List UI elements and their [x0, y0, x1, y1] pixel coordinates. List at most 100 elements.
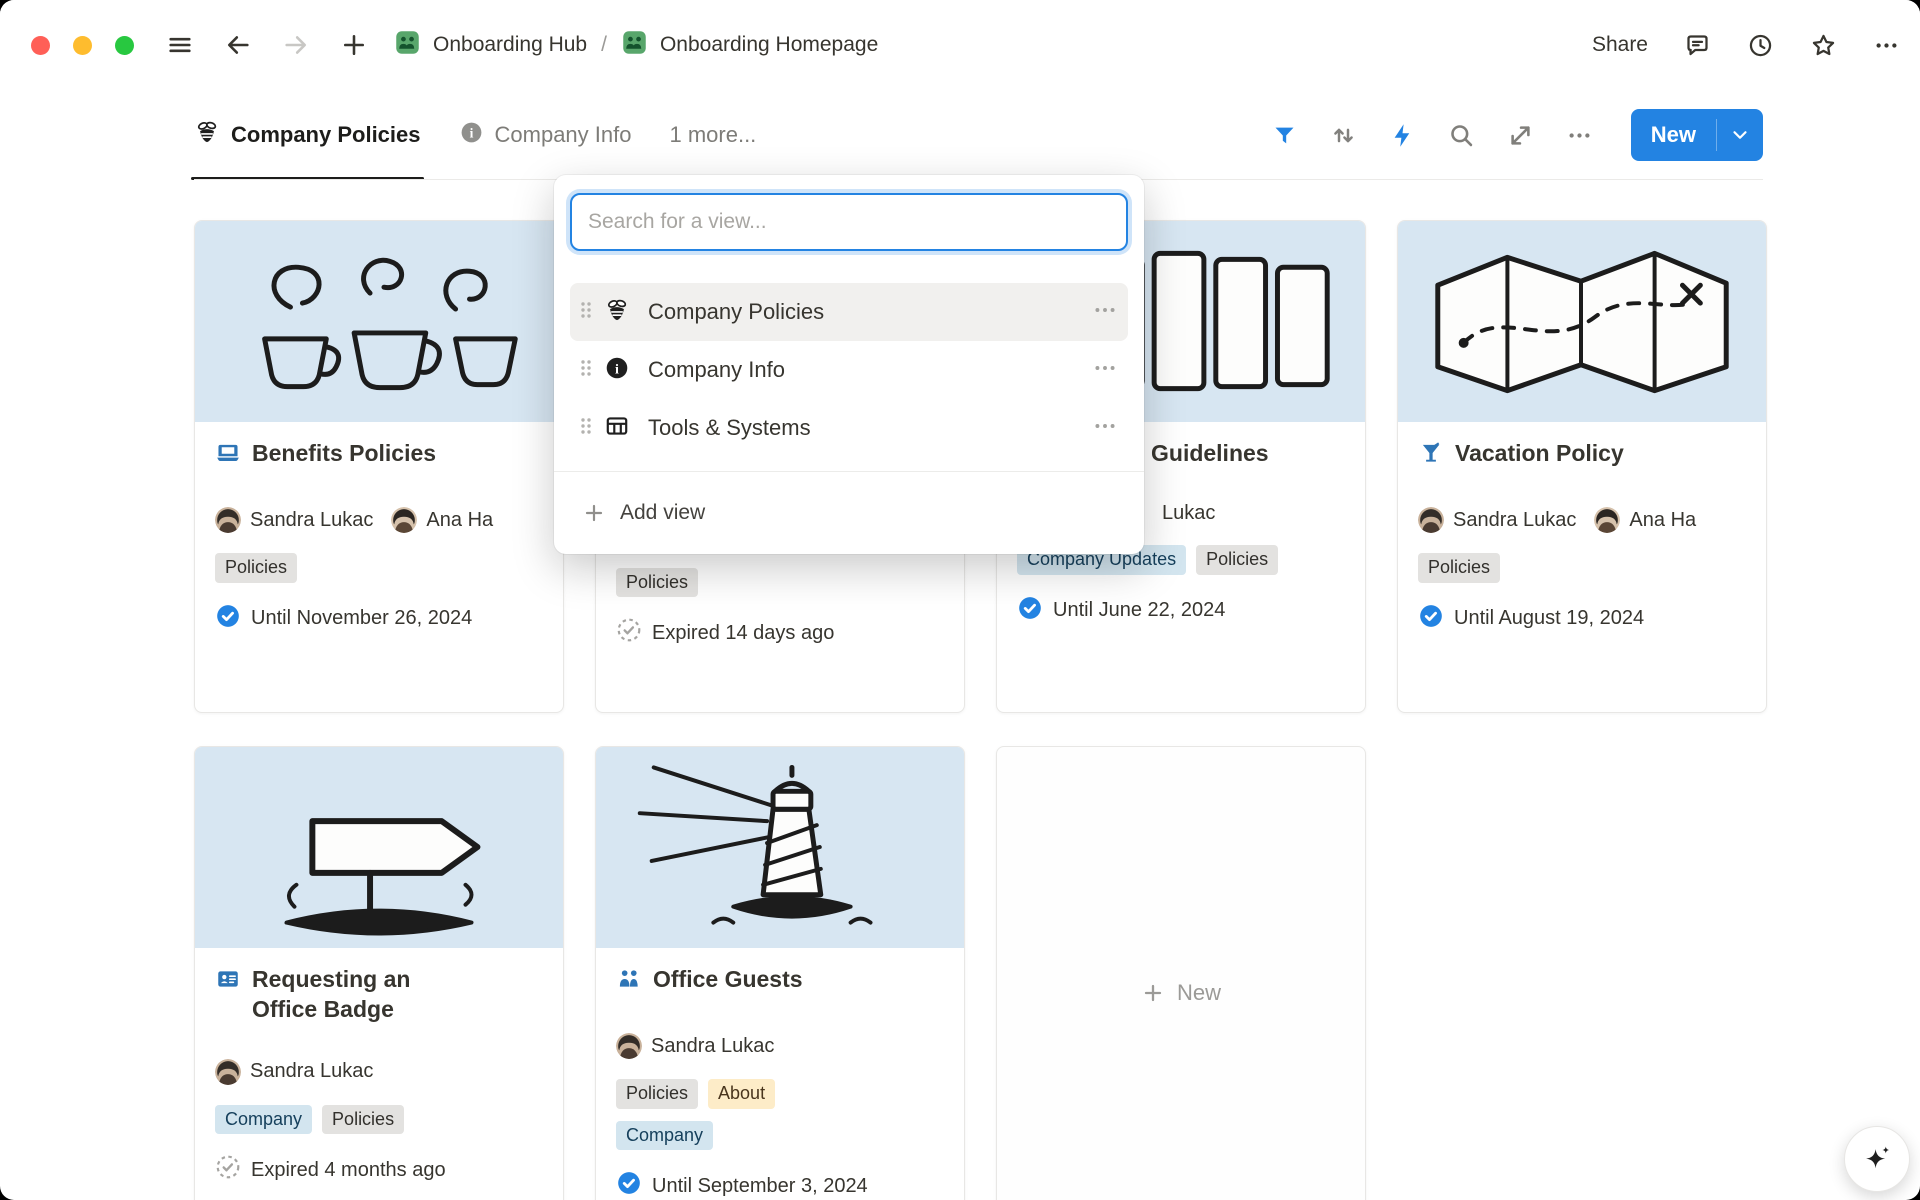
person-name: Sandra Lukac — [250, 509, 373, 532]
breadcrumb: Onboarding Hub / Onboarding Homepage — [394, 29, 878, 62]
view-item-company-policies[interactable]: Company Policies — [570, 283, 1128, 341]
people-property: Sandra Lukac — [616, 1033, 944, 1059]
bee-icon — [604, 297, 630, 328]
minimize-window-button[interactable] — [73, 36, 92, 55]
breadcrumb-root[interactable]: Onboarding Hub — [433, 33, 587, 57]
verified-check-icon — [1017, 595, 1043, 627]
expand-button[interactable] — [1507, 122, 1534, 149]
tabs-more-link[interactable]: 1 more... — [669, 122, 756, 148]
view-item-company-info[interactable]: i Company Info — [570, 341, 1128, 399]
avatar — [391, 507, 417, 533]
tab-company-policies[interactable]: Company Policies — [194, 90, 421, 180]
sort-arrows-icon — [1330, 122, 1357, 149]
expand-arrows-icon — [1507, 122, 1534, 149]
avatar — [215, 507, 241, 533]
bee-icon — [194, 119, 220, 151]
card-new-placeholder[interactable]: New — [996, 746, 1366, 1200]
item-options-button[interactable] — [1092, 297, 1118, 328]
sparkle-icon — [1860, 1142, 1894, 1176]
card-cover-map-illustration — [1398, 221, 1766, 422]
view-more-button[interactable] — [1566, 122, 1593, 149]
breadcrumb-page[interactable]: Onboarding Homepage — [660, 33, 878, 57]
view-list: Company Policies i Company Info — [554, 283, 1144, 457]
comment-icon — [1684, 32, 1711, 59]
person: Ana Ha — [1594, 507, 1696, 533]
verified-check-icon — [616, 1170, 642, 1200]
automation-button[interactable] — [1389, 122, 1416, 149]
new-page-button[interactable] — [340, 31, 368, 59]
info-icon: i — [604, 355, 630, 386]
id-badge-icon — [215, 966, 241, 999]
tab-company-info[interactable]: i Company Info — [459, 90, 632, 180]
people-icon — [616, 966, 642, 999]
favorite-button[interactable] — [1810, 32, 1837, 59]
date-text: Until June 22, 2024 — [1053, 599, 1225, 622]
chevron-down-icon[interactable] — [1717, 109, 1763, 161]
view-actions: New — [1271, 109, 1763, 161]
sidebar-toggle-button[interactable] — [166, 31, 194, 59]
add-view-label: Add view — [620, 501, 705, 525]
card-benefits-policies[interactable]: Benefits Policies Sandra Lukac Ana Ha Po… — [194, 220, 564, 713]
history-button[interactable] — [1747, 32, 1774, 59]
more-options-button[interactable] — [1873, 32, 1900, 59]
close-window-button[interactable] — [31, 36, 50, 55]
tags-property: Policies About — [616, 1079, 944, 1108]
plus-icon — [1141, 981, 1165, 1005]
drag-handle-icon[interactable] — [574, 356, 598, 385]
tags-property: Policies — [215, 553, 543, 582]
people-property: Sandra Lukac Ana Ha — [1418, 507, 1746, 533]
card-vacation-policy[interactable]: Vacation Policy Sandra Lukac Ana Ha Poli… — [1397, 220, 1767, 713]
drag-handle-icon[interactable] — [574, 298, 598, 327]
ellipsis-icon — [1566, 122, 1593, 149]
card-cover-mugs-illustration — [195, 221, 563, 422]
view-toolbar: Company Policies i Company Info 1 more..… — [194, 90, 1763, 180]
person: Ana Ha — [391, 507, 493, 533]
view-search-input[interactable] — [570, 193, 1128, 251]
expired-check-icon — [215, 1154, 241, 1186]
people-property: Sandra Lukac — [215, 1059, 543, 1085]
back-button[interactable] — [224, 31, 252, 59]
star-icon — [1810, 32, 1837, 59]
person: Sandra Lukac — [1418, 507, 1576, 533]
card-cover-lighthouse-illustration — [596, 747, 964, 948]
forward-arrow-icon — [282, 31, 310, 59]
sort-button[interactable] — [1330, 122, 1357, 149]
date-property: Expired 14 days ago — [616, 617, 944, 649]
date-property: Until September 3, 2024 — [616, 1170, 944, 1200]
view-item-tools-systems[interactable]: Tools & Systems — [570, 399, 1128, 457]
card-title: Benefits Policies — [252, 438, 436, 468]
date-property: Expired 4 months ago — [215, 1154, 543, 1186]
window-controls — [31, 36, 134, 55]
share-button[interactable]: Share — [1592, 33, 1648, 57]
comments-button[interactable] — [1684, 32, 1711, 59]
person: Sandra Lukac — [616, 1033, 774, 1059]
filter-funnel-icon — [1271, 122, 1298, 149]
avatar — [616, 1033, 642, 1059]
drag-handle-icon[interactable] — [574, 414, 598, 443]
person-name: Lukac — [1162, 502, 1215, 525]
tag: Policies — [1418, 553, 1500, 582]
tag: Policies — [215, 553, 297, 582]
new-record-button[interactable]: New — [1631, 109, 1763, 161]
item-options-button[interactable] — [1092, 413, 1118, 444]
verified-check-icon — [1418, 603, 1444, 635]
card-title: Office Guests — [653, 964, 803, 994]
person-name: Ana Ha — [1629, 509, 1696, 532]
view-item-label: Company Policies — [648, 299, 1086, 325]
add-view-button[interactable]: Add view — [554, 486, 1144, 540]
zoom-window-button[interactable] — [115, 36, 134, 55]
filter-button[interactable] — [1271, 122, 1298, 149]
item-options-button[interactable] — [1092, 355, 1118, 386]
forward-button[interactable] — [282, 31, 310, 59]
views-dropdown-menu: Company Policies i Company Info — [554, 175, 1144, 554]
svg-text:i: i — [615, 361, 619, 377]
info-icon: i — [459, 120, 484, 151]
card-requesting-office-badge[interactable]: Requesting an Office Badge Sandra Lukac … — [194, 746, 564, 1200]
ai-assistant-button[interactable] — [1844, 1126, 1910, 1192]
person: Lukac — [1162, 502, 1215, 525]
card-office-guests[interactable]: Office Guests Sandra Lukac Policies Abou… — [595, 746, 965, 1200]
tag: Company — [215, 1105, 312, 1134]
app-window: Onboarding Hub / Onboarding Homepage Sha… — [0, 0, 1920, 1200]
search-button[interactable] — [1448, 122, 1475, 149]
plus-icon — [582, 501, 606, 525]
